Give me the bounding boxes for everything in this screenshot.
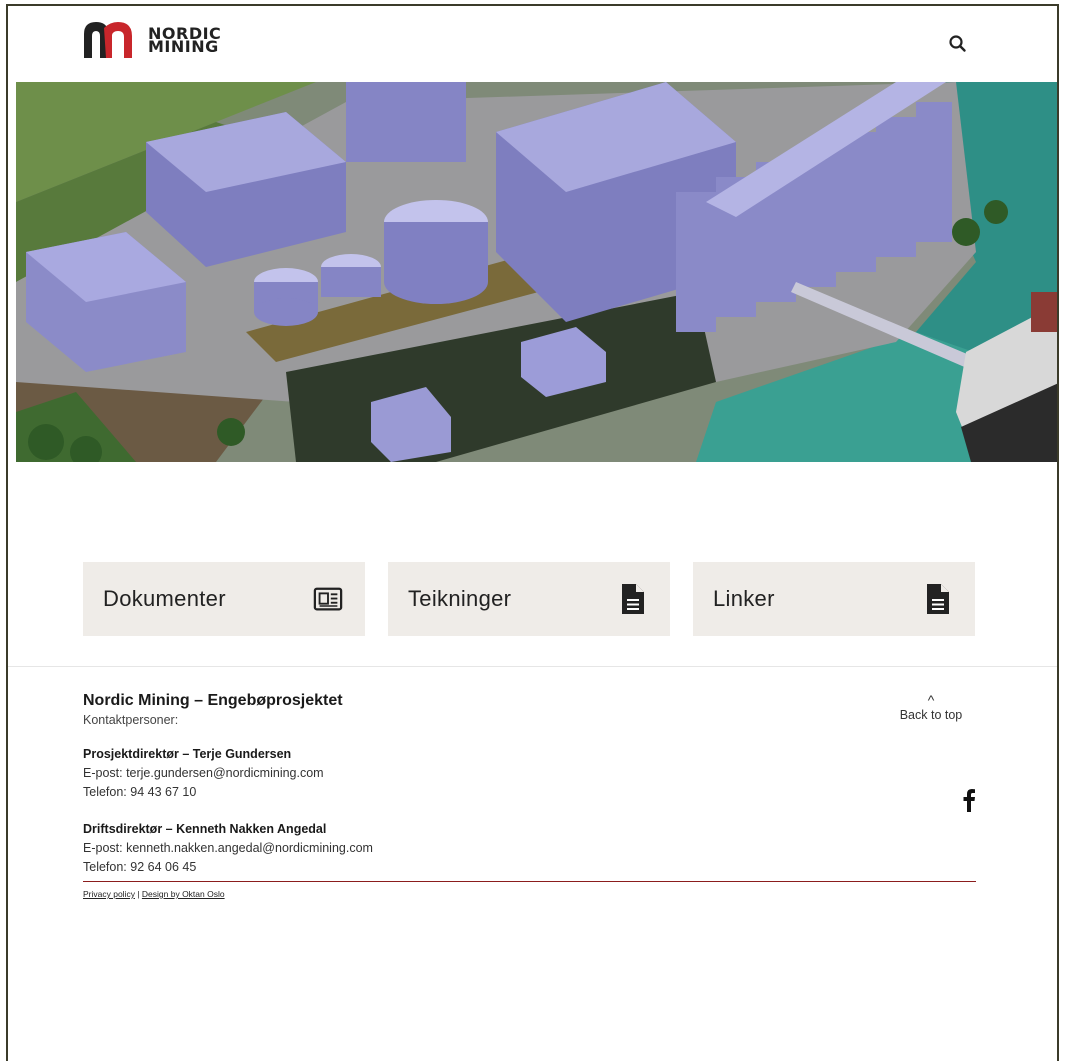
facebook-icon[interactable] (962, 788, 976, 812)
newspaper-icon (313, 581, 343, 617)
footer-subtitle: Kontaktpersoner: (83, 713, 179, 727)
chevron-up-icon: ^ (927, 692, 935, 708)
site-header: NORDIC MINING (8, 6, 1057, 82)
hero-image (16, 82, 1057, 462)
contact-name: Prosjektdirektør – Terje Gundersen (83, 747, 292, 761)
contact-email[interactable]: E-post: terje.gundersen@nordicmining.com (83, 764, 976, 783)
tile-label: Linker (713, 586, 775, 611)
tile-label: Teikninger (408, 586, 512, 611)
contact-phone: Telefon: 92 64 06 45 (83, 860, 197, 874)
contact-name: Driftsdirektør – Kenneth Nakken Angedal (83, 822, 327, 836)
logo-wordmark: NORDIC MINING (148, 26, 221, 56)
contact-email[interactable]: E-post: kenneth.nakken.angedal@nordicmin… (83, 839, 976, 858)
section-divider (8, 666, 1057, 667)
tile-teikninger[interactable]: Teikninger (388, 562, 670, 636)
footer-title: Nordic Mining – Engebøprosjektet (83, 692, 343, 709)
plant-rendering-image (16, 82, 1057, 462)
contact-phone: Telefon: 94 43 67 10 (83, 785, 197, 799)
link-separator: | (134, 889, 142, 899)
site-footer: Nordic Mining – Engebøprosjektet Kontakt… (83, 692, 976, 899)
back-to-top-button[interactable]: ^ Back to top (886, 692, 976, 722)
back-to-top-label: Back to top (899, 708, 963, 722)
contact-block: Prosjektdirektør – Terje Gundersen E-pos… (83, 745, 976, 802)
footer-links: Privacy policy | Design by Oktan Oslo (83, 889, 976, 899)
tile-dokumenter[interactable]: Dokumenter (83, 562, 365, 636)
footer-rule (83, 881, 976, 882)
privacy-policy-link[interactable]: Privacy policy (83, 889, 135, 899)
tile-label: Dokumenter (103, 586, 226, 611)
resource-tiles: Dokumenter Teikninger Linker (83, 562, 975, 636)
contact-block: Driftsdirektør – Kenneth Nakken Angedal … (83, 820, 976, 877)
document-icon (618, 581, 648, 617)
design-credit-link[interactable]: Design by Oktan Oslo (142, 889, 225, 899)
logo-line-2: MINING (148, 37, 219, 56)
nordic-mining-logo-mark (84, 22, 132, 58)
search-icon[interactable] (947, 33, 969, 55)
document-icon (923, 581, 953, 617)
site-logo[interactable]: NORDIC MINING (82, 20, 221, 60)
tile-linker[interactable]: Linker (693, 562, 975, 636)
page-frame: NORDIC MINING Dokumenter Teikninger Link… (6, 4, 1059, 1061)
